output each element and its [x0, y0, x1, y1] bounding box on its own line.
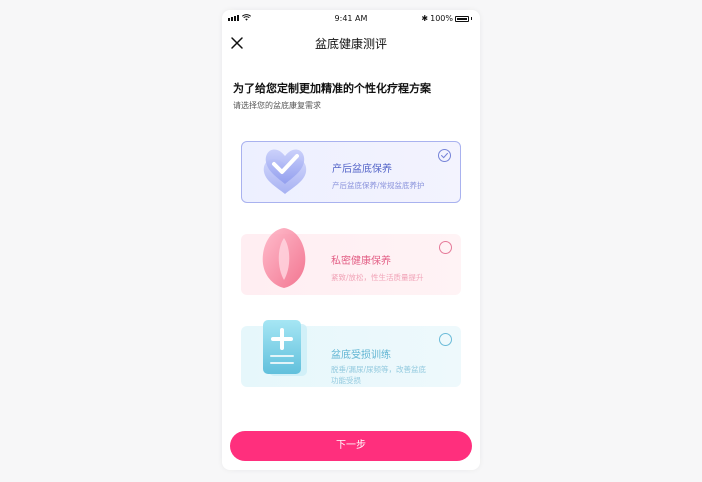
- status-bar: 9:41 AM ✱ 100%: [222, 10, 480, 28]
- status-right: ✱ 100%: [421, 14, 472, 23]
- option-desc-line: 紧致/放松，性生活质量提升: [331, 273, 424, 282]
- bluetooth-icon: ✱: [421, 14, 429, 23]
- battery-percent: 100%: [430, 14, 453, 23]
- heart-check-icon: [263, 149, 307, 194]
- battery-tip: [471, 17, 472, 20]
- option-desc-line: 脱垂/漏尿/尿频等，改善盆底: [331, 365, 427, 374]
- option-desc: 产后盆底保养/常规盆底养护: [332, 180, 425, 191]
- option-desc: 脱垂/漏尿/尿频等，改善盆底 功能受损: [331, 364, 426, 386]
- medical-kit-icon: [263, 320, 307, 376]
- option-title: 私密健康保养: [331, 256, 391, 267]
- option-desc-line: 功能受损: [331, 376, 361, 385]
- page-title: 盆底健康测评: [314, 37, 387, 51]
- radio-unchecked[interactable]: [439, 241, 452, 254]
- option-card-pelvic-repair[interactable]: 盆底受损训练 脱垂/漏尿/尿频等，改善盆底 功能受损: [241, 320, 461, 387]
- option-title: 盆底受损训练: [331, 350, 391, 361]
- option-desc-line: 产后盆底保养/常规盆底养护: [332, 181, 425, 190]
- nav-bar: 盆底健康测评: [222, 32, 480, 56]
- next-step-button[interactable]: 下一步: [230, 431, 472, 461]
- battery-icon: [455, 15, 469, 22]
- phone-screen: 9:41 AM ✱ 100% 盆底健康测评 为了给您定制更加精准的个性化疗程方案…: [222, 10, 480, 470]
- checkmark-icon: [441, 152, 448, 159]
- option-card-postpartum[interactable]: 产后盆底保养 产后盆底保养/常规盆底养护: [241, 141, 461, 203]
- option-title: 产后盆底保养: [332, 164, 392, 175]
- question-subheading: 请选择您的盆底康复需求: [233, 101, 321, 110]
- question-heading: 为了给您定制更加精准的个性化疗程方案: [233, 82, 431, 95]
- option-desc: 紧致/放松，性生活质量提升: [331, 272, 424, 283]
- option-card-intimate[interactable]: 私密健康保养 紧致/放松，性生活质量提升: [241, 228, 461, 295]
- radio-checked[interactable]: [438, 149, 451, 162]
- intimate-care-icon: [262, 228, 306, 288]
- radio-unchecked[interactable]: [439, 333, 452, 346]
